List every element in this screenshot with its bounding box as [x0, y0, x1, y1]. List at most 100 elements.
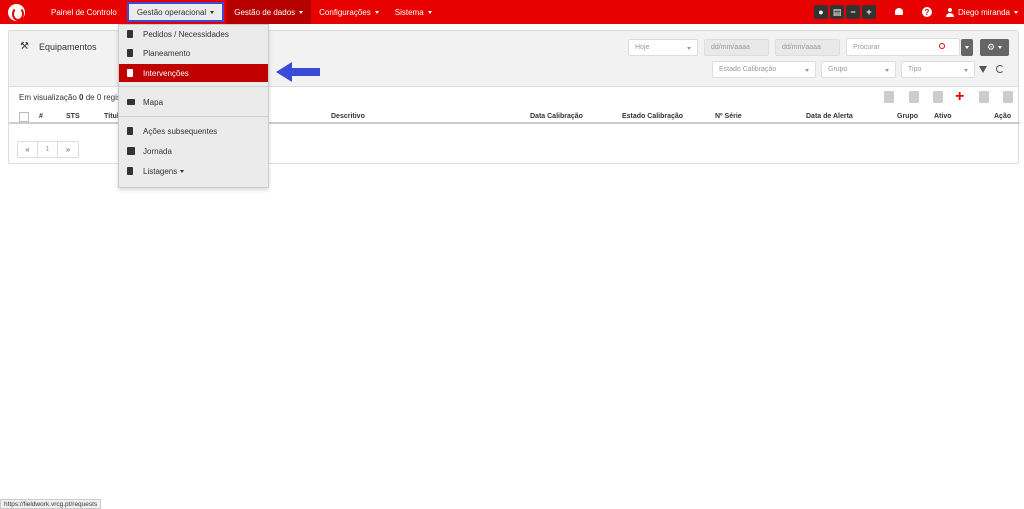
- caret-down-icon: [210, 10, 215, 14]
- pager-page[interactable]: 1: [38, 142, 58, 157]
- menu-item-jornada[interactable]: Jornada: [119, 142, 268, 160]
- caret-down-icon: [1014, 10, 1018, 14]
- nav-label: Gestão operacional: [136, 7, 207, 17]
- calibration-state-select[interactable]: Estado Calibração: [712, 61, 816, 78]
- download-icon[interactable]: [1003, 91, 1013, 103]
- document-icon: [127, 69, 133, 77]
- date-to-placeholder: dd/mm/aaaa: [782, 44, 821, 51]
- caret-down-icon: [427, 10, 432, 14]
- id-card-icon[interactable]: ▤: [829, 5, 844, 19]
- caret-down-icon: [299, 10, 304, 14]
- pointer-arrow-icon: [276, 62, 320, 82]
- column-header[interactable]: Ativo: [934, 113, 952, 120]
- caret-down-icon: [805, 69, 809, 72]
- caret-down-icon: [998, 46, 1003, 49]
- help-icon[interactable]: ?: [921, 7, 932, 17]
- date-from-input[interactable]: dd/mm/aaaa: [704, 39, 769, 56]
- nav-gestao-de-dados[interactable]: Gestão de dados: [226, 0, 312, 24]
- nav-sistema[interactable]: Sistema: [387, 0, 440, 24]
- excel-export-icon[interactable]: [909, 91, 919, 103]
- date-to-input[interactable]: dd/mm/aaaa: [775, 39, 840, 56]
- status-bar-url: https://fieldwork.vrcg.pt/requests: [0, 499, 102, 509]
- pdf-export-icon[interactable]: [884, 91, 894, 103]
- pager-next[interactable]: »: [58, 142, 78, 157]
- group-placeholder: Grupo: [828, 66, 848, 73]
- vodafone-logo[interactable]: [8, 3, 25, 21]
- menu-divider: [119, 116, 268, 117]
- menu-item-label: Listagens: [143, 166, 178, 176]
- map-icon: [127, 99, 135, 105]
- menu-item-label: Planeamento: [143, 48, 191, 58]
- menu-item-mapa[interactable]: Mapa: [119, 93, 268, 111]
- user-icon: [945, 7, 954, 17]
- trash-icon: [127, 167, 133, 175]
- caret-down-icon: [180, 169, 185, 173]
- column-header[interactable]: Estado Calibração: [622, 113, 683, 120]
- caret-down-icon: [885, 69, 889, 72]
- chat-icon[interactable]: ●: [813, 5, 828, 19]
- menu-item-listagens[interactable]: Listagens: [119, 162, 268, 180]
- menu-item-label: Mapa: [143, 97, 164, 107]
- menu-divider: [119, 86, 268, 87]
- menu-item-intervencoes[interactable]: Intervenções: [119, 64, 268, 82]
- column-header[interactable]: Data de Alerta: [806, 113, 853, 120]
- upload-icon[interactable]: [979, 91, 989, 103]
- nav-label: Gestão de dados: [234, 7, 296, 17]
- pagination: « 1 »: [17, 141, 79, 158]
- menu-item-pedidos[interactable]: Pedidos / Necessidades: [119, 25, 268, 43]
- nav-right: ● ▤ − + ? Diego miranda: [812, 0, 1024, 24]
- plus-icon[interactable]: +: [861, 5, 876, 19]
- clipboard-icon: [127, 127, 133, 135]
- user-menu[interactable]: Diego miranda: [958, 8, 1018, 17]
- menu-item-label: Intervenções: [143, 68, 189, 78]
- type-select[interactable]: Tipo: [901, 61, 975, 78]
- column-header[interactable]: STS: [66, 113, 80, 120]
- column-header[interactable]: Data Calibração: [530, 113, 583, 120]
- viz-suffix: de 0 regis: [85, 93, 121, 102]
- column-header[interactable]: Ação: [994, 113, 1011, 120]
- caret-down-icon: [687, 47, 691, 50]
- top-navbar: Painel de Controlo Gestão operacional Ge…: [0, 0, 1024, 24]
- nav-label: Sistema: [394, 7, 424, 17]
- calibration-state-placeholder: Estado Calibração: [719, 66, 777, 73]
- caret-down-icon: [964, 69, 968, 72]
- user-name: Diego miranda: [957, 7, 1010, 17]
- search-icon[interactable]: [939, 43, 945, 49]
- search-input[interactable]: Procurar: [846, 38, 960, 56]
- select-all-checkbox[interactable]: [19, 112, 29, 122]
- nav-painel-de-controlo[interactable]: Painel de Controlo: [43, 0, 125, 24]
- bell-icon[interactable]: [894, 7, 904, 17]
- nav-configuracoes[interactable]: Configurações: [311, 0, 387, 24]
- group-select[interactable]: Grupo: [821, 61, 896, 78]
- column-header[interactable]: Grupo: [897, 113, 918, 120]
- date-filter-value: Hoje: [635, 44, 650, 51]
- column-header[interactable]: #: [39, 113, 43, 120]
- viz-count: 0: [79, 93, 84, 102]
- menu-item-label: Jornada: [143, 146, 172, 156]
- date-from-placeholder: dd/mm/aaaa: [711, 44, 750, 51]
- calendar-icon: [127, 49, 133, 57]
- pager-prev[interactable]: «: [18, 142, 38, 157]
- add-icon[interactable]: +: [955, 89, 964, 105]
- menu-item-label: Ações subsequentes: [143, 126, 218, 136]
- equipment-icon: ⚒: [20, 41, 29, 52]
- column-header[interactable]: Descritivo: [331, 113, 365, 120]
- search-options-button[interactable]: [961, 39, 973, 56]
- road-icon: [127, 147, 135, 155]
- settings-button[interactable]: ⚙: [980, 39, 1009, 56]
- refresh-icon[interactable]: [996, 65, 1004, 73]
- visualization-info: Em visualização 0 de 0 regis: [19, 93, 121, 102]
- nav-gestao-operacional[interactable]: Gestão operacional: [126, 2, 225, 22]
- viz-prefix: Em visualização: [19, 93, 77, 102]
- gestao-operacional-menu: Pedidos / Necessidades Planeamento Inter…: [118, 24, 269, 188]
- caret-down-icon: [374, 10, 379, 14]
- menu-item-acoes-subsequentes[interactable]: Ações subsequentes: [119, 122, 268, 140]
- page-title: Equipamentos: [39, 42, 97, 52]
- minus-icon[interactable]: −: [845, 5, 860, 19]
- delete-icon[interactable]: [933, 91, 943, 103]
- nav-label: Painel de Controlo: [51, 7, 117, 17]
- menu-item-planeamento[interactable]: Planeamento: [119, 44, 268, 62]
- date-filter-select[interactable]: Hoje: [628, 39, 698, 56]
- filter-icon[interactable]: [979, 66, 987, 73]
- column-header[interactable]: Nº Série: [715, 113, 742, 120]
